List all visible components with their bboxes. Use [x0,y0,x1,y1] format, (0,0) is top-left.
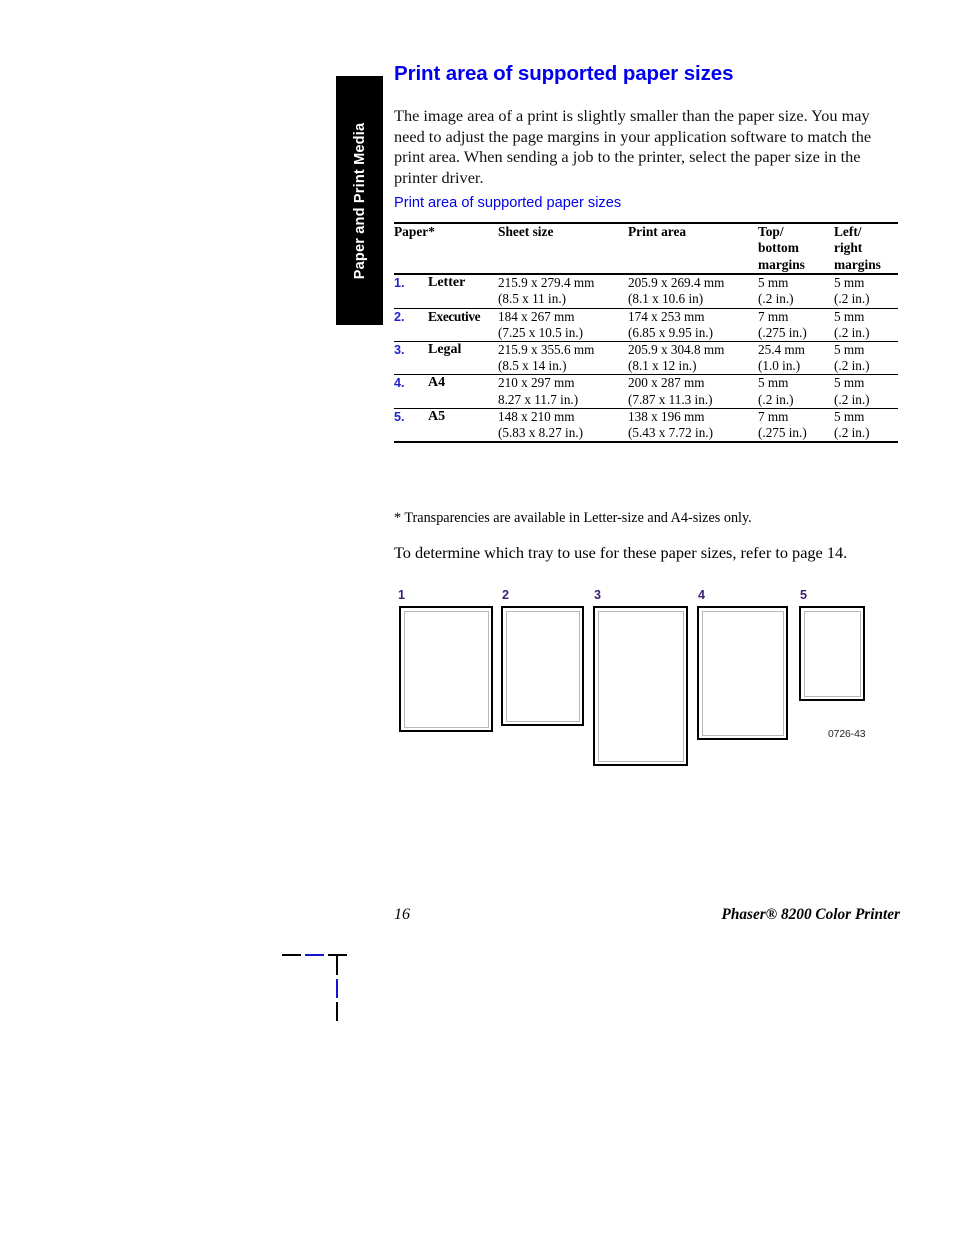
print-area-outline [597,610,684,762]
table-header-row: Paper* Sheet size Print area Top/ bottom… [394,221,898,276]
footer-page-number: 16 [394,906,410,923]
figure-shape-number-3: 3 [594,588,602,602]
top-bottom-margin-cell: 7 mm (.275 in.) [758,407,834,443]
table-row: 1. Letter 215.9 x 279.4 mm (8.5 x 11 in.… [394,274,898,308]
print-area-outline [403,610,489,728]
sheet-size-cell: 184 x 267 mm (7.25 x 10.5 in.) [498,307,628,342]
paper-name: Executive [428,307,498,342]
tray-reference-note: To determine which tray to use for these… [394,543,848,562]
crop-mark-vertical-middle [336,979,338,998]
left-right-margin-cell: 5 mm (.2 in.) [834,374,898,409]
paper-name: A5 [428,407,498,443]
chapter-tab-label: Paper and Print Media [351,122,368,279]
intro-paragraph: The image area of a print is slightly sm… [394,106,872,187]
page-footer: 16 Phaser® 8200 Color Printer [394,906,900,928]
left-right-margin-cell: 5 mm (.2 in.) [834,407,898,443]
figure-shape-number-1: 1 [398,588,406,602]
sheet-size-cell: 215.9 x 355.6 mm (8.5 x 14 in.) [498,341,628,375]
print-area-cell: 200 x 287 mm (7.87 x 11.3 in.) [628,374,758,409]
table-row: 2. Executive 184 x 267 mm (7.25 x 10.5 i… [394,307,898,342]
column-header-paper: Paper* [394,221,498,276]
figure-shape-number-2: 2 [502,588,510,602]
top-bottom-margin-cell: 25.4 mm (1.0 in.) [758,341,834,375]
paper-sizes-table: Paper* Sheet size Print area Top/ bottom… [394,221,898,445]
table-bottom-rule [394,441,898,445]
sheet-size-cell: 148 x 210 mm (5.83 x 8.27 in.) [498,407,628,443]
figure-id-label: 0726-43 [828,729,866,740]
crop-mark-vertical-bottom [336,1002,338,1021]
footer-product-name: Phaser® 8200 Color Printer [721,906,900,923]
row-number: 1. [394,276,405,291]
table-footnote: * Transparencies are available in Letter… [394,510,752,526]
crop-mark-horizontal-middle [305,954,324,956]
row-number: 2. [394,307,428,342]
table-row: 5. A5 148 x 210 mm (5.83 x 8.27 in.) 138… [394,407,898,443]
paper-name: A4 [428,374,498,409]
paper-size-figure: 1 2 3 4 5 0726-43 [394,585,900,775]
page-title: Print area of supported paper sizes [394,61,734,85]
paper-shape-legal [593,606,688,766]
sheet-size-cell: 210 x 297 mm 8.27 x 11.7 in.) [498,374,628,409]
top-bottom-margin-cell: 7 mm (.275 in.) [758,307,834,342]
column-header-print-area: Print area [628,221,758,276]
crop-marks [275,940,355,1021]
paper-name: Letter [428,275,466,291]
print-area-cell: 205.9 x 304.8 mm (8.1 x 12 in.) [628,341,758,375]
row-number: 3. [394,341,428,375]
paper-shape-letter [399,606,493,732]
column-header-top-bottom-margins: Top/ bottom margins [758,221,834,276]
sheet-size-cell: 215.9 x 279.4 mm (8.5 x 11 in.) [498,275,595,307]
column-header-left-right-margins: Left/ right margins [834,221,898,276]
column-header-sheet-size: Sheet size [498,221,628,276]
print-area-outline [505,610,580,722]
table-row: 3. Legal 215.9 x 355.6 mm (8.5 x 14 in.)… [394,341,898,375]
row-number: 5. [394,407,428,443]
print-area-cell: 138 x 196 mm (5.43 x 7.72 in.) [628,407,758,443]
crop-mark-vertical-top [336,956,338,975]
left-right-margin-cell: 5 mm (.2 in.) [834,341,898,375]
row-number: 4. [394,374,428,409]
table-caption: Print area of supported paper sizes [394,195,622,211]
figure-shape-number-5: 5 [800,588,808,602]
top-bottom-margin-cell: 5 mm (.2 in.) [758,275,794,307]
chapter-tab: Paper and Print Media [336,76,383,325]
top-bottom-margin-cell: 5 mm (.2 in.) [758,374,834,409]
left-right-margin-cell: 5 mm (.2 in.) [834,307,898,342]
paper-shape-a5 [799,606,865,701]
paper-name: Legal [428,341,498,375]
print-area-cell: 174 x 253 mm (6.85 x 9.95 in.) [628,307,758,342]
print-area-outline [701,610,784,736]
print-area-outline [803,610,861,697]
crop-mark-horizontal-left [282,954,301,956]
left-right-margin-cell: 5 mm (.2 in.) [834,275,870,307]
table-row: 4. A4 210 x 297 mm 8.27 x 11.7 in.) 200 … [394,374,898,409]
figure-shape-number-4: 4 [698,588,706,602]
paper-shape-executive [501,606,584,726]
print-area-cell: 205.9 x 269.4 mm (8.1 x 10.6 in) [628,275,725,307]
paper-shape-a4 [697,606,788,740]
